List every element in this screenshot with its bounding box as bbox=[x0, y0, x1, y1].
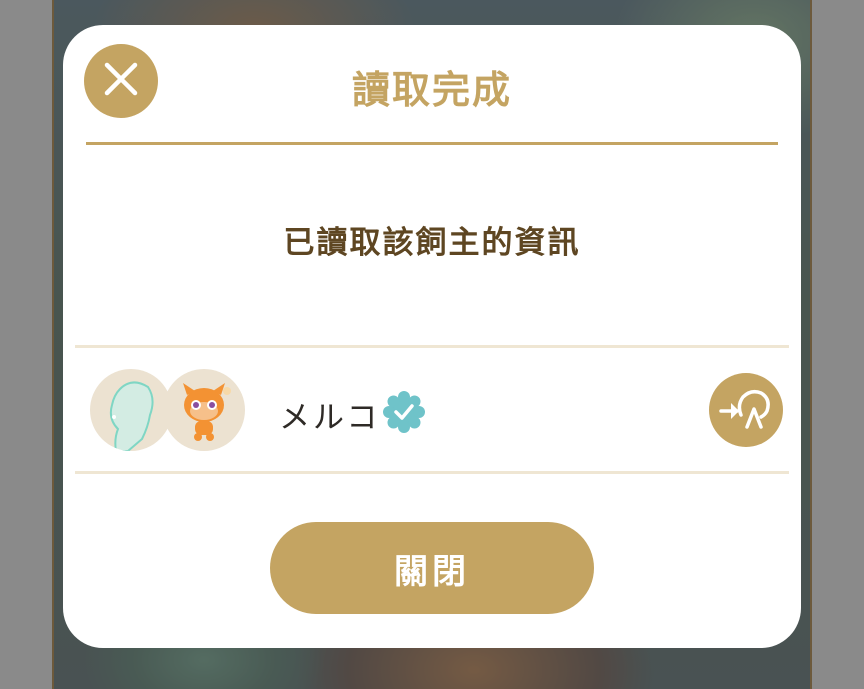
link-owner-button[interactable] bbox=[709, 373, 783, 447]
verified-badge-icon bbox=[383, 391, 425, 433]
owner-name: メルコ bbox=[279, 400, 381, 436]
row-divider-bottom bbox=[75, 471, 789, 474]
row-divider-top bbox=[75, 345, 789, 348]
dialog-message: 已讀取該飼主的資訊 bbox=[283, 225, 581, 261]
dialog-title: 讀取完成 bbox=[351, 68, 512, 112]
link-arrow-icon bbox=[717, 383, 775, 437]
title-divider bbox=[86, 142, 778, 145]
close-button[interactable]: 關閉 bbox=[270, 522, 594, 614]
pet-avatar bbox=[163, 369, 245, 451]
owner-avatar bbox=[90, 369, 172, 451]
owner-row: メルコ bbox=[75, 349, 789, 472]
read-complete-dialog: 讀取完成 已讀取該飼主的資訊 メルコ 關閉 bbox=[63, 25, 801, 648]
